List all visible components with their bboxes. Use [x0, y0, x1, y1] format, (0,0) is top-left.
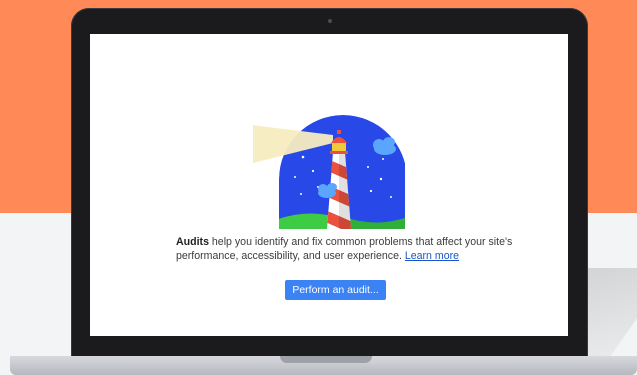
webcam-icon	[328, 19, 332, 23]
laptop-base-notch	[280, 356, 372, 363]
lighthouse-logo-icon	[253, 115, 405, 229]
audits-panel: Audits help you identify and fix common …	[90, 34, 568, 336]
audits-title: Audits	[176, 236, 209, 248]
audit-description-text: help you identify and fix common problem…	[176, 236, 513, 262]
audit-description: Audits help you identify and fix common …	[176, 235, 516, 263]
learn-more-link[interactable]: Learn more	[405, 250, 459, 262]
perform-audit-button[interactable]: Perform an audit...	[285, 280, 386, 300]
